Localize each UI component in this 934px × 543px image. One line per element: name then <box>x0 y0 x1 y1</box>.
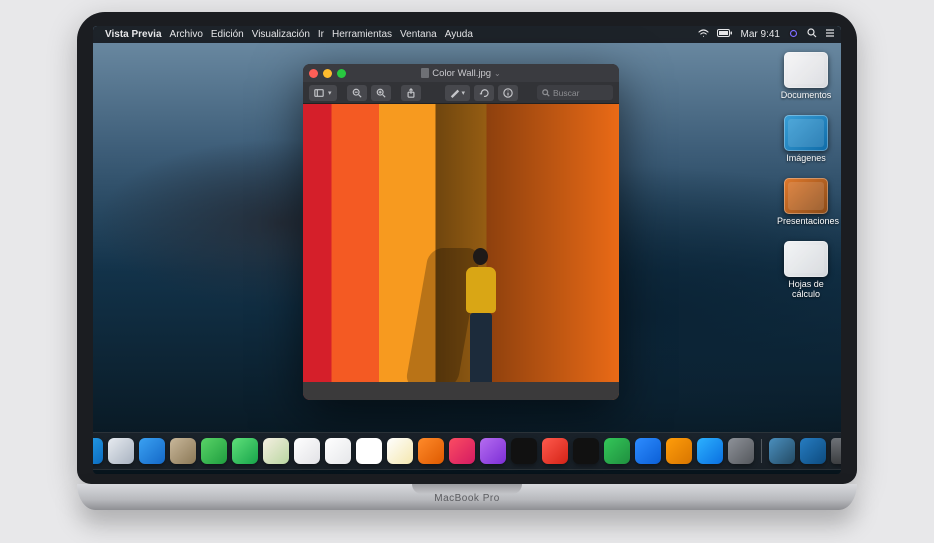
search-placeholder: Buscar <box>553 88 579 98</box>
dock-app-reminders[interactable] <box>325 438 351 464</box>
dock-app-finder[interactable] <box>93 438 103 464</box>
stack-thumb-icon <box>784 178 828 214</box>
share-button[interactable] <box>401 85 421 101</box>
dock-divider <box>761 439 762 463</box>
document-icon <box>421 68 429 78</box>
menu-ventana[interactable]: Ventana <box>400 29 437 40</box>
dock-app-facetime[interactable] <box>232 438 258 464</box>
stack-documentos[interactable]: Documentos <box>777 52 835 101</box>
image-content <box>455 248 507 388</box>
dock-app-notes[interactable] <box>387 438 413 464</box>
dock-app-keynote[interactable] <box>635 438 661 464</box>
chevron-down-icon[interactable]: ⌄ <box>494 69 501 78</box>
stack-thumb-icon <box>784 115 828 151</box>
dock-app-contacts[interactable] <box>170 438 196 464</box>
dock-app-tv[interactable] <box>511 438 537 464</box>
menu-archivo[interactable]: Archivo <box>170 29 203 40</box>
spotlight-icon[interactable] <box>807 28 817 41</box>
battery-icon[interactable] <box>717 29 733 40</box>
zoom-out-button[interactable] <box>347 85 367 101</box>
preview-window: Color Wall.jpg ⌄ ▾ <box>303 64 619 400</box>
menu-ayuda[interactable]: Ayuda <box>445 29 473 40</box>
dock-app-news[interactable] <box>542 438 568 464</box>
window-titlebar[interactable]: Color Wall.jpg ⌄ <box>303 64 619 82</box>
dock-trash[interactable] <box>831 438 841 464</box>
preview-toolbar: ▾ ▾ <box>303 82 619 104</box>
image-viewport[interactable] <box>303 104 619 400</box>
menu-edicion[interactable]: Edición <box>211 29 244 40</box>
stack-hojas-calculo[interactable]: Hojas de cálculo <box>777 241 835 300</box>
dock-app-calendar[interactable] <box>356 438 382 464</box>
markup-button[interactable]: ▾ <box>445 85 471 101</box>
notification-center-icon[interactable] <box>825 28 835 41</box>
image-content <box>303 382 619 400</box>
clock[interactable]: Mar 9:41 <box>741 29 780 40</box>
rotate-button[interactable] <box>474 85 494 101</box>
search-input[interactable]: Buscar <box>537 85 613 100</box>
siri-icon[interactable] <box>788 28 799 42</box>
stack-label: Imágenes <box>777 154 835 164</box>
hardware-label: MacBook Pro <box>77 493 857 504</box>
zoom-in-button[interactable] <box>371 85 391 101</box>
menu-herramientas[interactable]: Herramientas <box>332 29 392 40</box>
dock-item-recentitem[interactable] <box>800 438 826 464</box>
dock-item-downloads[interactable] <box>769 438 795 464</box>
info-button[interactable] <box>498 85 518 101</box>
dock-app-music[interactable] <box>449 438 475 464</box>
stack-label: Presentaciones <box>777 217 835 227</box>
dock-app-mail[interactable] <box>139 438 165 464</box>
stack-thumb-icon <box>784 52 828 88</box>
menubar: Vista Previa Archivo Edición Visualizaci… <box>93 26 841 43</box>
dock-app-safari[interactable] <box>108 438 134 464</box>
dock-app-stocks[interactable] <box>573 438 599 464</box>
dock-app-books[interactable] <box>418 438 444 464</box>
macos-screen: Vista Previa Archivo Edición Visualizaci… <box>93 26 841 474</box>
app-menu[interactable]: Vista Previa <box>105 29 162 40</box>
stack-thumb-icon <box>784 241 828 277</box>
laptop-base: MacBook Pro <box>77 484 857 510</box>
dock-app-systemprefs[interactable] <box>728 438 754 464</box>
dock-app-podcasts[interactable] <box>480 438 506 464</box>
wifi-icon[interactable] <box>698 29 709 41</box>
dock <box>93 432 841 470</box>
dock-app-pages[interactable] <box>666 438 692 464</box>
stack-label: Documentos <box>777 91 835 101</box>
stack-imagenes[interactable]: Imágenes <box>777 115 835 164</box>
dock-app-photos[interactable] <box>294 438 320 464</box>
dock-app-appstore[interactable] <box>697 438 723 464</box>
dock-app-maps[interactable] <box>263 438 289 464</box>
dock-app-messages[interactable] <box>201 438 227 464</box>
dock-app-numbers[interactable] <box>604 438 630 464</box>
stack-presentaciones[interactable]: Presentaciones <box>777 178 835 227</box>
menu-visualizacion[interactable]: Visualización <box>252 29 310 40</box>
stack-label: Hojas de cálculo <box>777 280 835 300</box>
desktop-stacks: Documentos Imágenes Presentaciones Hojas… <box>777 52 835 299</box>
menu-ir[interactable]: Ir <box>318 29 324 40</box>
window-title: Color Wall.jpg <box>432 68 491 79</box>
sidebar-toggle-button[interactable]: ▾ <box>309 85 337 101</box>
